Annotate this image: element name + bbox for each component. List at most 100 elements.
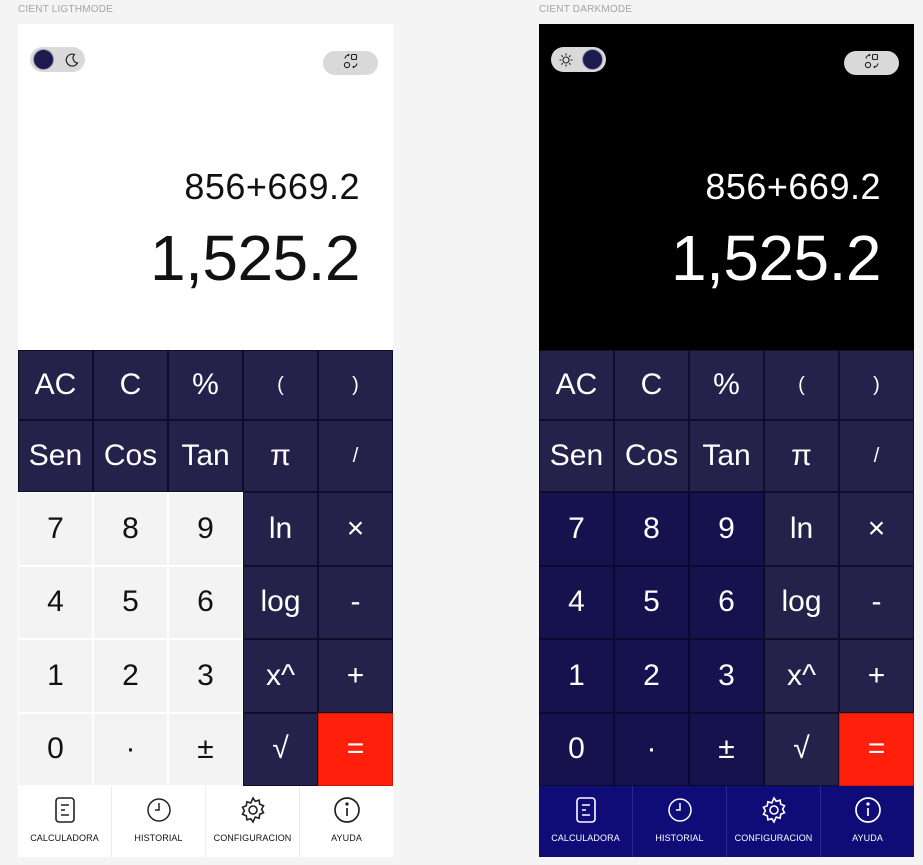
digit-9-key[interactable]: 9 <box>168 492 243 566</box>
nav-item-calculadora[interactable]: CALCULADORA <box>18 786 111 857</box>
bottom-nav: CALCULADORA HISTORIAL CONFIGURACION AYUDA <box>539 786 914 857</box>
open-paren-key[interactable]: ( <box>764 350 839 420</box>
nav-item-ayuda[interactable]: AYUDA <box>299 786 393 857</box>
sqrt-key[interactable]: √ <box>764 712 839 786</box>
calculator-icon <box>569 793 603 827</box>
rotate-icon <box>342 52 360 75</box>
result-text: 1,525.2 <box>670 222 882 294</box>
log-key[interactable]: log <box>764 565 839 639</box>
keypad: AC C%() Sen Cos Tan π/ 7 8 9 ln × 4 5 6 log - 1 2 3 x^ +0 · ± √… <box>18 350 393 786</box>
rotate-button[interactable] <box>844 51 899 75</box>
nav-label: AYUDA <box>852 833 883 843</box>
digit-1-key[interactable]: 1 <box>18 639 93 713</box>
digit-5-key[interactable]: 5 <box>93 565 168 639</box>
digit-2-key[interactable]: 2 <box>93 639 168 713</box>
gear-icon <box>236 793 270 827</box>
result-text: 1,525.2 <box>149 222 361 294</box>
moon-icon <box>62 50 81 69</box>
light-frame-label: CIENT LIGTHMODE <box>18 4 114 15</box>
minus-key[interactable]: - <box>839 565 914 639</box>
sin-key[interactable]: Sen <box>18 420 93 492</box>
digit-3-key[interactable]: 3 <box>689 639 764 713</box>
nav-label: HISTORIAL <box>655 833 704 843</box>
theme-toggle[interactable] <box>30 47 85 72</box>
pi-key[interactable]: π <box>243 420 318 492</box>
keypad: AC C%() Sen Cos Tan π/ 7 8 9 ln × 4 5 6 log - 1 2 3 x^ +0 · ± √… <box>539 350 914 786</box>
ln-key[interactable]: ln <box>243 492 318 566</box>
nav-label: CALCULADORA <box>551 833 620 843</box>
rotate-button[interactable] <box>323 51 378 75</box>
clear-key[interactable]: C <box>614 350 689 420</box>
info-icon <box>851 793 885 827</box>
sqrt-key[interactable]: √ <box>243 712 318 786</box>
digit-9-key[interactable]: 9 <box>689 492 764 566</box>
light-mode-calculator: 856+669.2 1,525.2 AC C%() Sen Cos Tan π/ 7 8 9 ln… <box>18 24 393 857</box>
digit-0-key[interactable]: 0 <box>539 712 614 786</box>
multiply-key[interactable]: × <box>839 492 914 566</box>
close-paren-key[interactable]: ) <box>318 350 393 420</box>
percent-key[interactable]: % <box>168 350 243 420</box>
calculator-icon <box>48 793 82 827</box>
sin-key[interactable]: Sen <box>539 420 614 492</box>
nav-item-historial[interactable]: HISTORIAL <box>111 786 205 857</box>
multiply-key[interactable]: × <box>318 492 393 566</box>
clear-all-key[interactable]: AC <box>539 350 614 420</box>
cos-key[interactable]: Cos <box>614 420 689 492</box>
sign-key[interactable]: ± <box>689 712 764 786</box>
power-key[interactable]: x^ <box>764 639 839 713</box>
digit-0-key[interactable]: 0 <box>18 712 93 786</box>
toggle-knob <box>33 49 54 70</box>
nav-item-historial[interactable]: HISTORIAL <box>632 786 726 857</box>
ln-key[interactable]: ln <box>764 492 839 566</box>
tan-key[interactable]: Tan <box>689 420 764 492</box>
digit-8-key[interactable]: 8 <box>93 492 168 566</box>
digit-3-key[interactable]: 3 <box>168 639 243 713</box>
pi-key[interactable]: π <box>764 420 839 492</box>
equals-key[interactable]: = <box>839 712 914 786</box>
info-icon <box>330 793 364 827</box>
percent-key[interactable]: % <box>689 350 764 420</box>
clear-all-key[interactable]: AC <box>18 350 93 420</box>
toggle-knob <box>582 49 603 70</box>
decimal-key[interactable]: · <box>614 712 689 786</box>
digit-6-key[interactable]: 6 <box>168 565 243 639</box>
digit-8-key[interactable]: 8 <box>614 492 689 566</box>
nav-item-configuracion[interactable]: CONFIGURACION <box>205 786 299 857</box>
digit-7-key[interactable]: 7 <box>18 492 93 566</box>
plus-key[interactable]: + <box>318 639 393 713</box>
digit-4-key[interactable]: 4 <box>18 565 93 639</box>
clock-icon <box>142 793 176 827</box>
nav-item-calculadora[interactable]: CALCULADORA <box>539 786 632 857</box>
digit-5-key[interactable]: 5 <box>614 565 689 639</box>
digit-4-key[interactable]: 4 <box>539 565 614 639</box>
log-key[interactable]: log <box>243 565 318 639</box>
minus-key[interactable]: - <box>318 565 393 639</box>
dark-frame-label: CIENT DARKMODE <box>539 4 633 15</box>
theme-toggle[interactable] <box>551 47 606 72</box>
power-key[interactable]: x^ <box>243 639 318 713</box>
digit-6-key[interactable]: 6 <box>689 565 764 639</box>
rotate-icon <box>863 52 881 75</box>
decimal-key[interactable]: · <box>93 712 168 786</box>
dark-mode-calculator: 856+669.2 1,525.2 AC C%() Sen Cos Tan π/ 7 8 9 ln… <box>539 24 914 857</box>
divide-key[interactable]: / <box>839 420 914 492</box>
nav-label: CALCULADORA <box>30 833 99 843</box>
sign-key[interactable]: ± <box>168 712 243 786</box>
digit-2-key[interactable]: 2 <box>614 639 689 713</box>
divide-key[interactable]: / <box>318 420 393 492</box>
cos-key[interactable]: Cos <box>93 420 168 492</box>
equals-key[interactable]: = <box>318 712 393 786</box>
nav-label: AYUDA <box>331 833 362 843</box>
nav-label: CONFIGURACION <box>734 833 813 843</box>
tan-key[interactable]: Tan <box>168 420 243 492</box>
expression-text: 856+669.2 <box>184 166 360 207</box>
gear-icon <box>757 793 791 827</box>
nav-item-configuracion[interactable]: CONFIGURACION <box>726 786 820 857</box>
open-paren-key[interactable]: ( <box>243 350 318 420</box>
clear-key[interactable]: C <box>93 350 168 420</box>
digit-7-key[interactable]: 7 <box>539 492 614 566</box>
close-paren-key[interactable]: ) <box>839 350 914 420</box>
digit-1-key[interactable]: 1 <box>539 639 614 713</box>
plus-key[interactable]: + <box>839 639 914 713</box>
nav-item-ayuda[interactable]: AYUDA <box>820 786 914 857</box>
